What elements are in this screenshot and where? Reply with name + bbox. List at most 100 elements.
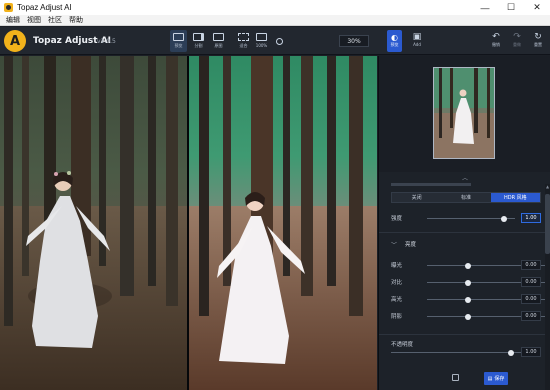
contrast-label: 对比 xyxy=(391,280,403,286)
mode-hdr-option[interactable]: HDR 风格 xyxy=(490,193,540,202)
topaz-logo-icon: A xyxy=(4,30,26,52)
maximize-button[interactable]: ☐ xyxy=(498,0,524,15)
exposure-knob[interactable] xyxy=(465,262,471,269)
image-canvas[interactable] xyxy=(0,56,377,390)
shadows-label: 阴影 xyxy=(391,314,403,320)
shadows-row: 阴影 0.00 xyxy=(391,310,545,322)
reset-button[interactable]: ↻ 重置 xyxy=(530,30,546,52)
main-toolbar: A Topaz Adjust AI v1.0.5 预览 分割 原图 适合 100… xyxy=(0,27,550,55)
compare-label: 预览 xyxy=(390,42,399,47)
preview-toggle-icon: ◐ xyxy=(391,33,398,42)
compare-preview-button[interactable]: ◐ 预览 xyxy=(387,30,402,52)
save-button[interactable]: ▤ 保存 xyxy=(484,372,508,385)
navigator-thumbnail[interactable] xyxy=(433,67,495,159)
adjusted-image-pane[interactable] xyxy=(189,56,377,390)
app-window: Topaz Adjust AI — ☐ ✕ 编辑 视图 社区 帮助 A Topa… xyxy=(0,0,550,390)
highlights-knob[interactable] xyxy=(465,296,471,303)
original-view-button[interactable]: 原图 xyxy=(210,30,227,52)
fit-icon xyxy=(238,33,249,41)
mode-selector: 关闭 标准 HDR 风格 xyxy=(391,192,541,203)
window-title: Topaz Adjust AI xyxy=(17,3,72,12)
reset-label: 重置 xyxy=(534,42,542,47)
brightness-section-title: 亮度 xyxy=(405,242,417,248)
view-button-label: 100% xyxy=(255,43,268,48)
redo-icon: ↷ xyxy=(513,32,521,42)
image-icon xyxy=(213,33,224,41)
contrast-knob[interactable] xyxy=(465,279,471,286)
adjustment-panel: ︿ 关闭 标准 HDR 风格 强度 1.00 ﹀ 亮度 曝光 0.00 对比 0… xyxy=(378,56,550,390)
menu-edit[interactable]: 编辑 xyxy=(5,15,21,25)
opacity-row: 1.00 xyxy=(391,346,541,358)
section-divider xyxy=(379,334,545,335)
export-settings-icon[interactable] xyxy=(452,374,459,381)
scrollbar-thumb[interactable] xyxy=(545,194,550,254)
version-label: v1.0.5 xyxy=(97,38,116,45)
fit-view-button[interactable]: 适合 xyxy=(235,30,252,52)
forest-photo-adjusted xyxy=(189,56,377,390)
mode-standard-option[interactable]: 标准 xyxy=(441,193,491,202)
exposure-label: 曝光 xyxy=(391,263,403,269)
opacity-slider[interactable] xyxy=(391,349,521,356)
window-controls: — ☐ ✕ xyxy=(472,0,550,15)
menu-help[interactable]: 帮助 xyxy=(68,15,84,25)
menu-bar: 编辑 视图 社区 帮助 xyxy=(0,15,550,26)
section-divider xyxy=(379,232,545,233)
redo-button[interactable]: ↷ 重做 xyxy=(509,30,525,52)
split-view-icon xyxy=(193,33,204,41)
undo-label: 撤销 xyxy=(492,42,500,47)
brightness-section-header[interactable]: ﹀ 亮度 xyxy=(391,238,541,250)
exposure-value-field[interactable]: 0.00 xyxy=(521,260,541,270)
strength-knob[interactable] xyxy=(501,215,508,222)
view-button-label: 分割 xyxy=(194,43,203,48)
contrast-value-field[interactable]: 0.00 xyxy=(521,277,541,287)
strength-value-field[interactable]: 1.00 xyxy=(521,213,541,223)
thumbnail-image xyxy=(434,68,494,158)
undo-button[interactable]: ↶ 撤销 xyxy=(488,30,504,52)
highlights-row: 高光 0.00 xyxy=(391,293,545,305)
actual-size-icon xyxy=(256,33,267,41)
view-button-label: 适合 xyxy=(239,43,248,48)
mode-off-option[interactable]: 关闭 xyxy=(392,193,442,202)
chevron-up-icon: ︿ xyxy=(461,174,468,182)
menu-community[interactable]: 社区 xyxy=(47,15,63,25)
preview-view-button[interactable]: 预览 xyxy=(170,30,187,52)
app-icon xyxy=(4,3,13,12)
panel-collapse-toggle[interactable]: ︿ xyxy=(379,172,550,182)
close-button[interactable]: ✕ xyxy=(524,0,550,15)
highlights-value-field[interactable]: 0.00 xyxy=(521,294,541,304)
forest-photo-original xyxy=(0,56,187,390)
zoom-level-field[interactable]: 30% xyxy=(339,35,369,47)
redo-label: 重做 xyxy=(513,42,521,47)
strength-slider[interactable] xyxy=(427,215,515,222)
split-view-button[interactable]: 分割 xyxy=(190,30,207,52)
minimize-button[interactable]: — xyxy=(472,0,498,15)
reset-icon: ↻ xyxy=(534,32,542,42)
strength-label: 强度 xyxy=(391,216,403,222)
panel-scrollbar[interactable]: ▲ xyxy=(545,184,550,390)
view-button-label: 预览 xyxy=(174,43,183,48)
folder-add-icon: ▣ xyxy=(412,32,422,42)
title-bar: Topaz Adjust AI — ☐ ✕ xyxy=(0,0,550,15)
save-label: 保存 xyxy=(494,376,505,382)
add-button[interactable]: ▣ Add xyxy=(409,30,425,52)
highlights-label: 高光 xyxy=(391,297,403,303)
chevron-down-icon: ﹀ xyxy=(391,241,398,249)
scroll-up-icon[interactable]: ▲ xyxy=(545,184,550,190)
shadows-knob[interactable] xyxy=(465,313,471,320)
contrast-row: 对比 0.00 xyxy=(391,276,545,288)
undo-icon: ↶ xyxy=(492,32,500,42)
single-view-icon xyxy=(173,33,184,41)
opacity-knob[interactable] xyxy=(508,349,514,356)
menu-view[interactable]: 视图 xyxy=(26,15,42,25)
exposure-row: 曝光 0.00 xyxy=(391,259,545,271)
navigator xyxy=(379,56,550,172)
save-icon: ▤ xyxy=(487,375,493,382)
shadows-value-field[interactable]: 0.00 xyxy=(521,311,541,321)
opacity-value-field[interactable]: 1.00 xyxy=(521,347,541,357)
add-label: Add xyxy=(413,42,421,47)
view-button-label: 原图 xyxy=(214,43,223,48)
strength-row: 强度 1.00 xyxy=(391,212,541,224)
navigator-toggle-icon[interactable] xyxy=(276,38,283,45)
actual-size-button[interactable]: 100% xyxy=(253,30,270,52)
original-image-pane[interactable] xyxy=(0,56,187,390)
